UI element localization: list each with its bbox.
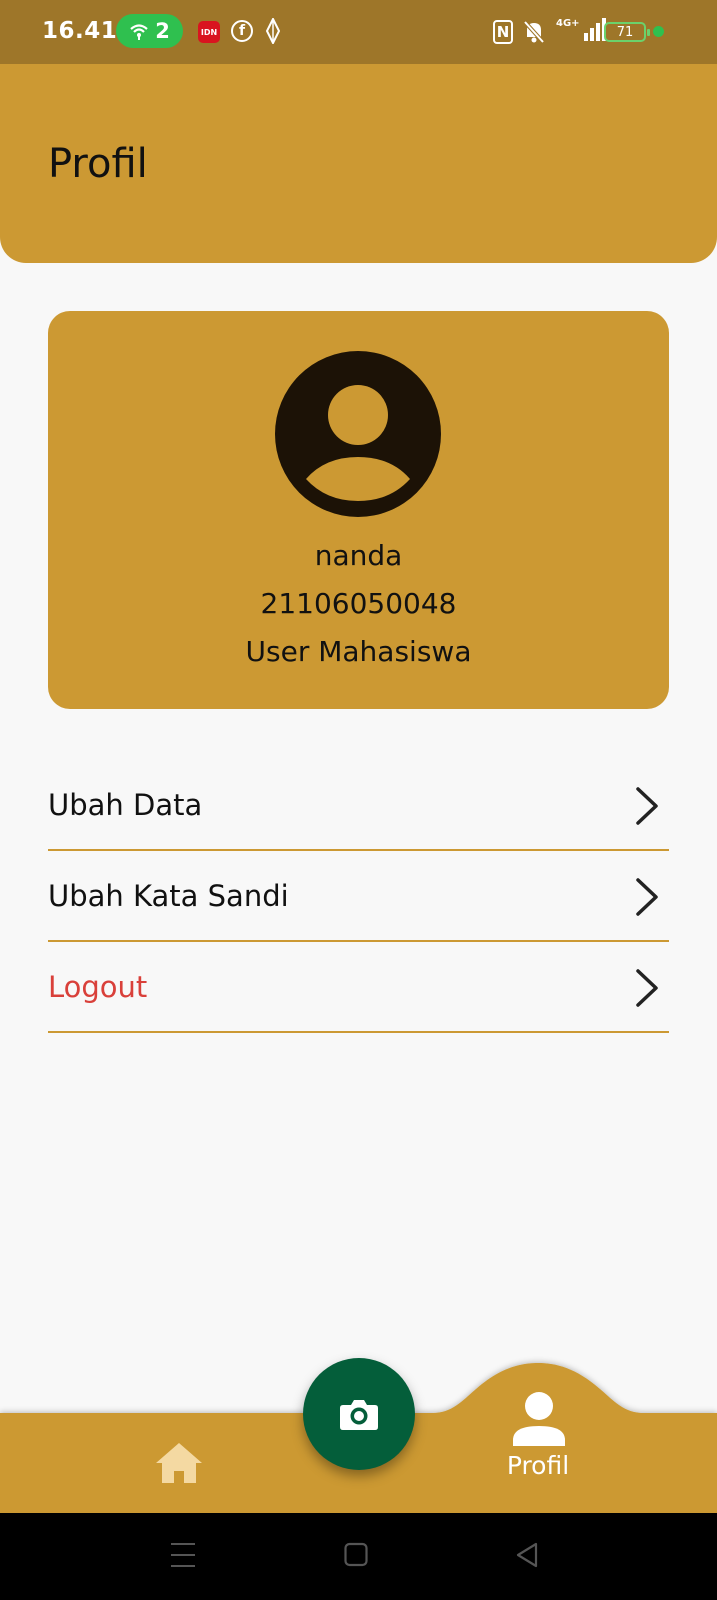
hotspot-indicator[interactable]: 2 xyxy=(116,14,183,48)
bottom-nav: Profil xyxy=(0,1340,717,1513)
hotspot-count: 2 xyxy=(155,19,170,43)
menu-item-logout[interactable]: Logout xyxy=(48,942,669,1033)
page-title: Profil xyxy=(48,141,148,187)
triangle-back-icon[interactable] xyxy=(516,1541,538,1569)
chevron-right-icon xyxy=(636,787,658,825)
hotspot-icon xyxy=(130,24,148,40)
nfc-icon: N xyxy=(493,20,513,44)
status-time: 16.41 xyxy=(42,18,118,44)
camera-icon xyxy=(340,1400,378,1430)
home-icon[interactable] xyxy=(154,1441,204,1485)
profile-card: nanda 21106050048 User Mahasiswa xyxy=(48,311,669,709)
menu-item-label: Ubah Kata Sandi xyxy=(48,879,289,913)
menu-lines-icon[interactable] xyxy=(170,1541,196,1569)
system-nav-bar xyxy=(0,1513,717,1600)
nav-profile-label: Profil xyxy=(506,1451,570,1480)
menu-item-label: Logout xyxy=(48,970,148,1004)
charging-dot xyxy=(653,26,664,37)
facebook-icon: f xyxy=(231,20,253,42)
chevron-right-icon xyxy=(636,969,658,1007)
menu-item-ubah-data[interactable]: Ubah Data xyxy=(48,760,669,851)
square-home-icon[interactable] xyxy=(344,1541,368,1569)
battery-icon: 71 xyxy=(604,22,650,42)
app-header: Profil xyxy=(0,64,717,263)
chevron-right-icon xyxy=(636,878,658,916)
profile-name: nanda xyxy=(314,539,403,572)
mute-icon xyxy=(523,20,545,44)
diamond-icon xyxy=(266,18,280,44)
person-icon xyxy=(513,1392,565,1446)
menu-item-label: Ubah Data xyxy=(48,788,203,822)
avatar xyxy=(275,351,441,517)
profile-nim: 21106050048 xyxy=(260,587,457,620)
signal-icon: 4G+ xyxy=(556,18,606,41)
status-bar: 16.41 2 IDN f N 4G+ 71 xyxy=(0,0,717,64)
network-type: 4G+ xyxy=(556,18,580,29)
idn-app-icon: IDN xyxy=(198,21,220,43)
profile-role: User Mahasiswa xyxy=(245,635,472,668)
menu-item-ubah-kata-sandi[interactable]: Ubah Kata Sandi xyxy=(48,851,669,942)
camera-button[interactable] xyxy=(303,1358,415,1470)
nav-item-profile[interactable]: Profil xyxy=(488,1390,588,1500)
